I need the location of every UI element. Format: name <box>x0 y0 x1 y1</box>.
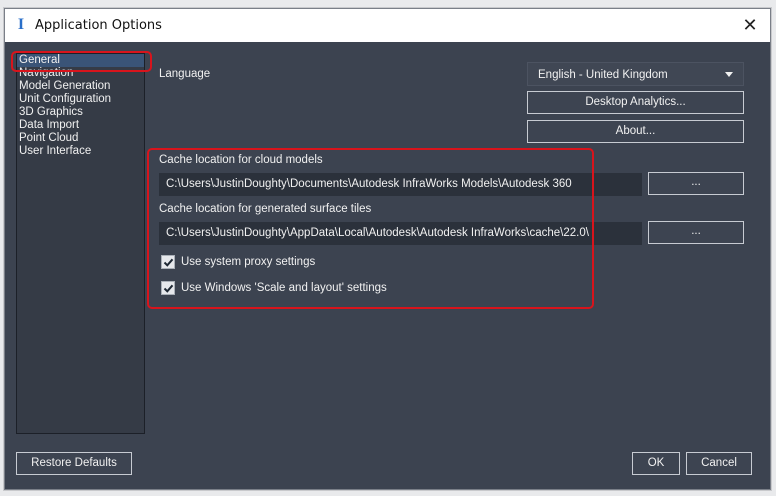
nav-item-navigation[interactable]: Navigation <box>17 67 144 80</box>
cancel-button[interactable]: Cancel <box>686 452 752 475</box>
close-icon[interactable]: ✕ <box>738 13 762 37</box>
language-select[interactable]: English - United Kingdom <box>527 62 744 86</box>
nav-item-point-cloud[interactable]: Point Cloud <box>17 132 144 145</box>
restore-defaults-button[interactable]: Restore Defaults <box>16 452 132 475</box>
scale-layout-checkbox[interactable] <box>161 281 175 295</box>
proxy-checkbox[interactable] <box>161 255 175 269</box>
app-icon: I <box>17 16 25 33</box>
ok-button[interactable]: OK <box>632 452 680 475</box>
desktop-analytics-button[interactable]: Desktop Analytics... <box>527 91 744 114</box>
nav-item-general[interactable]: General <box>17 54 144 67</box>
category-list: General Navigation Model Generation Unit… <box>16 53 145 434</box>
cloud-cache-label: Cache location for cloud models <box>159 154 323 166</box>
checkmark-icon <box>163 258 174 267</box>
application-options-dialog: I Application Options ✕ General Navigati… <box>4 8 771 490</box>
tiles-cache-label: Cache location for generated surface til… <box>159 203 372 215</box>
language-value: English - United Kingdom <box>538 69 668 81</box>
nav-item-3d-graphics[interactable]: 3D Graphics <box>17 106 144 119</box>
cloud-cache-browse-button[interactable]: ... <box>648 172 744 195</box>
cloud-cache-path-field[interactable]: C:\Users\JustinDoughty\Documents\Autodes… <box>159 173 642 196</box>
nav-item-unit-configuration[interactable]: Unit Configuration <box>17 93 144 106</box>
tiles-cache-path-field[interactable]: C:\Users\JustinDoughty\AppData\Local\Aut… <box>159 222 642 245</box>
checkmark-icon <box>163 284 174 293</box>
dialog-title: Application Options <box>35 18 162 33</box>
scale-layout-label: Use Windows 'Scale and layout' settings <box>181 282 387 294</box>
nav-item-model-generation[interactable]: Model Generation <box>17 80 144 93</box>
nav-item-data-import[interactable]: Data Import <box>17 119 144 132</box>
proxy-label: Use system proxy settings <box>181 256 316 268</box>
chevron-down-icon <box>725 72 733 77</box>
about-button[interactable]: About... <box>527 120 744 143</box>
language-label: Language <box>159 68 211 80</box>
tiles-cache-browse-button[interactable]: ... <box>648 221 744 244</box>
nav-item-user-interface[interactable]: User Interface <box>17 145 144 158</box>
title-bar: I Application Options ✕ <box>5 9 770 42</box>
